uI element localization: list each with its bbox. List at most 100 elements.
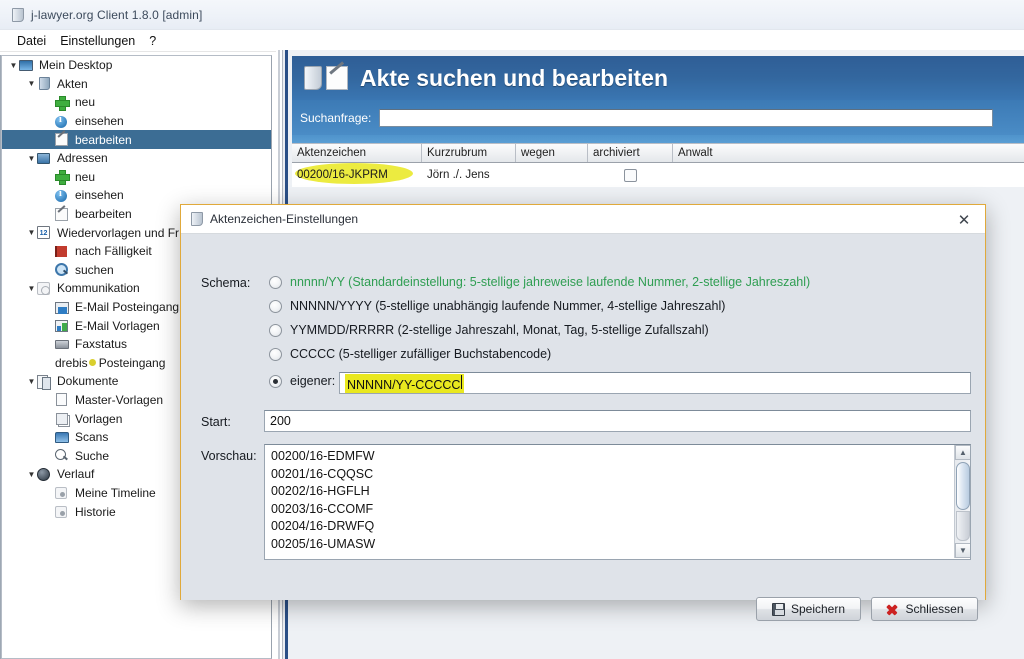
sidebar-item-label: Verlauf: [57, 467, 95, 482]
scroll-down-icon[interactable]: ▼: [955, 543, 970, 558]
sidebar-item-adressen[interactable]: ▼ Adressen: [2, 149, 271, 168]
chevron-down-icon[interactable]: ▼: [26, 470, 37, 479]
dialog-title: Aktenzeichen-Einstellungen: [210, 212, 359, 226]
sidebar-item-label: Historie: [75, 504, 116, 519]
preview-list-box[interactable]: 00200/16-EDMFW 00201/16-CQQSC 00202/16-HGF…: [264, 444, 971, 560]
sidebar-item-einsehen[interactable]: einsehen: [2, 186, 271, 205]
scroll-up-icon[interactable]: ▲: [955, 445, 970, 460]
chevron-down-icon[interactable]: ▼: [26, 79, 37, 88]
sidebar-item-label: suchen: [75, 262, 114, 277]
document-icon: [55, 392, 72, 407]
col-kurzrubrum[interactable]: Kurzrubrum: [422, 144, 516, 162]
documents-stack-icon: [55, 411, 72, 426]
pencil-icon: [326, 66, 348, 90]
col-anwalt[interactable]: Anwalt: [673, 144, 1024, 162]
documents-icon: [37, 374, 54, 390]
preview-item[interactable]: 00204/16-DRWFQ: [271, 518, 970, 536]
scrollbar-thumb[interactable]: [956, 462, 970, 510]
sidebar-item-label: Akten: [57, 76, 88, 91]
schema-label: Schema:: [201, 276, 251, 290]
sidebar-item-label: Suche: [75, 448, 110, 463]
calendar-icon: 12: [37, 225, 54, 240]
sidebar-item-label: Scans: [75, 430, 109, 445]
archiviert-checkbox[interactable]: [624, 168, 637, 182]
preview-item[interactable]: 00201/16-CQQSC: [271, 466, 970, 484]
sidebar-item-neu[interactable]: neu: [2, 168, 271, 187]
col-archiviert[interactable]: archiviert: [588, 144, 673, 162]
radio-icon[interactable]: [269, 323, 282, 337]
preview-item[interactable]: 00202/16-HGFLH: [271, 483, 970, 501]
schema-option-1-label: NNNNN/YYYY (5-stellige unabhängig laufen…: [290, 299, 726, 313]
plus-icon: [55, 169, 72, 186]
sidebar-item-label: Meine Timeline: [75, 485, 156, 500]
flag-icon: [55, 244, 72, 259]
chevron-down-icon[interactable]: ▼: [26, 154, 37, 163]
info-icon: [55, 114, 72, 129]
schema-option-2[interactable]: YYMMDD/RRRRR (2-stellige Jahreszahl, Mon…: [269, 323, 709, 337]
col-aktenzeichen[interactable]: Aktenzeichen: [292, 144, 422, 162]
clock-icon: [37, 467, 54, 482]
close-icon[interactable]: ✕: [953, 209, 975, 231]
sidebar-item-label: bearbeiten: [75, 132, 132, 147]
bullet-icon: [55, 485, 72, 500]
col-wegen[interactable]: wegen: [516, 144, 588, 162]
pencil-icon: [55, 132, 72, 147]
preview-item[interactable]: 00203/16-CCOMF: [271, 501, 970, 519]
chevron-down-icon[interactable]: ▼: [8, 61, 19, 70]
search-input[interactable]: [379, 108, 994, 127]
table-header-row: Aktenzeichen Kurzrubrum wegen archiviert…: [292, 143, 1024, 163]
sidebar-item-label: einsehen: [75, 114, 124, 129]
scrollbar-track[interactable]: [956, 511, 970, 541]
menu-einstellungen[interactable]: Einstellungen: [53, 33, 142, 49]
schema-option-custom[interactable]: eigener:: [269, 374, 335, 388]
chevron-down-icon[interactable]: ▼: [26, 377, 37, 386]
start-label: Start:: [201, 415, 231, 429]
chevron-down-icon[interactable]: ▼: [26, 228, 37, 237]
sidebar-item-akten[interactable]: ▼ Akten: [2, 75, 271, 94]
schema-option-0[interactable]: nnnnn/YY (Standardeinstellung: 5-stellig…: [269, 275, 810, 289]
sidebar-item-neu[interactable]: neu: [2, 93, 271, 112]
sidebar-item-label: E-Mail Vorlagen: [75, 318, 160, 333]
schema-option-3[interactable]: CCCCC (5-stelliger zufälliger Buchstaben…: [269, 347, 551, 361]
mail-inbox-icon: [55, 300, 72, 315]
sidebar-item-einsehen[interactable]: einsehen: [2, 112, 271, 131]
radio-icon[interactable]: [269, 347, 282, 361]
radio-icon[interactable]: [269, 299, 282, 313]
app-window: j-lawyer.org Client 1.8.0 [admin] Datei …: [0, 0, 1024, 659]
close-x-icon: [885, 602, 899, 616]
header-strip: [292, 135, 1024, 143]
save-button[interactable]: Speichern: [756, 597, 861, 621]
start-input[interactable]: 200: [264, 410, 971, 432]
radio-icon[interactable]: [269, 374, 282, 388]
sidebar-item-label: nach Fälligkeit: [75, 244, 152, 259]
sidebar-item-label: einsehen: [75, 188, 124, 203]
sidebar-item-mein-desktop[interactable]: ▼ Mein Desktop: [2, 56, 271, 75]
radio-icon[interactable]: [269, 275, 282, 289]
preview-item[interactable]: 00205/16-UMASW: [271, 536, 970, 554]
cell-archiviert[interactable]: [588, 168, 673, 182]
sidebar-item-label: E-Mail Posteingang: [75, 300, 180, 315]
preview-scrollbar[interactable]: ▲ ▼: [954, 445, 970, 558]
menu-datei[interactable]: Datei: [10, 33, 53, 49]
dialog-body: Schema: nnnnn/YY (Standardeinstellung: 5…: [181, 234, 985, 621]
mail-template-icon: [55, 318, 72, 333]
sidebar-item-bearbeiten[interactable]: bearbeiten: [2, 130, 271, 149]
dialog-folder-icon: [191, 212, 203, 226]
chevron-down-icon[interactable]: ▼: [26, 284, 37, 293]
sidebar-item-label: Faxstatus: [75, 337, 128, 352]
sidebar-item-label: Wiedervorlagen und Fr: [57, 225, 180, 240]
close-button[interactable]: Schliessen: [871, 597, 978, 621]
preview-item[interactable]: 00200/16-EDMFW: [271, 448, 970, 466]
bullet-icon: [55, 504, 72, 519]
menu-help[interactable]: ?: [142, 33, 163, 49]
search-label: Suchanfrage:: [300, 110, 372, 125]
menubar: Datei Einstellungen ?: [0, 30, 1024, 52]
custom-pattern-input[interactable]: NNNNN/YY-CCCCC: [339, 372, 971, 394]
schema-option-2-label: YYMMDD/RRRRR (2-stellige Jahreszahl, Mon…: [290, 323, 709, 337]
sidebar-item-label: bearbeiten: [75, 207, 132, 222]
panel-header: Akte suchen und bearbeiten: [292, 56, 1024, 100]
schema-option-1[interactable]: NNNNN/YYYY (5-stellige unabhängig laufen…: [269, 299, 725, 313]
sidebar-item-label: neu: [75, 95, 96, 110]
sidebar-item-label: Mein Desktop: [39, 58, 113, 73]
panel-header-icons: [304, 66, 348, 90]
